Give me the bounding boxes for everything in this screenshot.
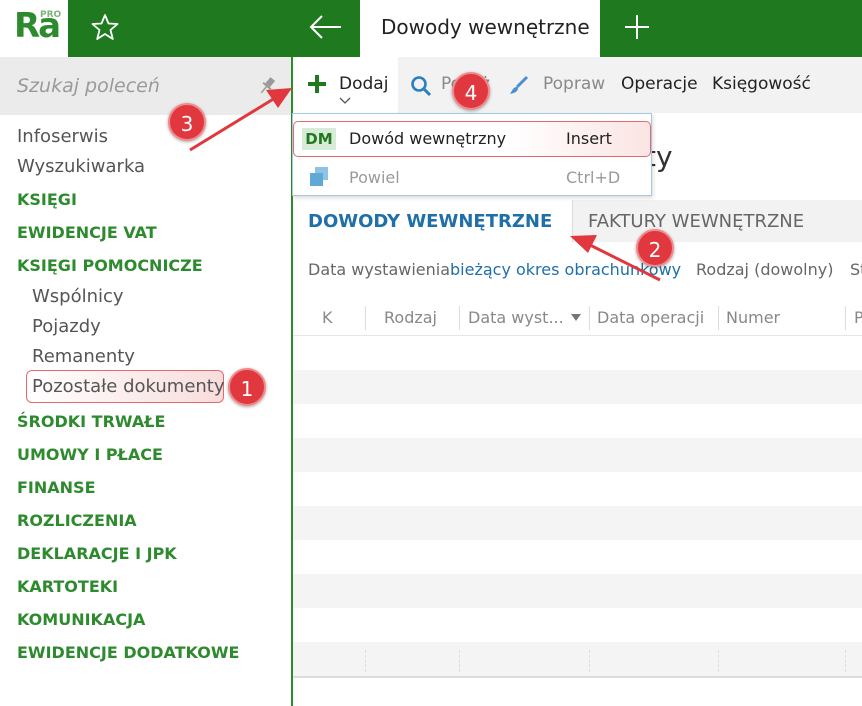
tab-dowody[interactable]: DOWODY WEWNĘTRZNE — [293, 200, 573, 242]
grid-header: K Rodzaj Data wyst... Data operacji Nume… — [293, 300, 862, 336]
star-icon[interactable] — [90, 12, 120, 42]
sidebar-item-infoserwis[interactable]: Infoserwis — [17, 126, 108, 147]
sidebar-item-ksiegi[interactable]: KSIĘGI — [17, 190, 77, 209]
tab-dowody-label: DOWODY WEWNĘTRZNE — [308, 211, 553, 232]
search-icon — [411, 76, 432, 97]
callout-badge-4: 4 — [452, 72, 490, 110]
tab-faktury[interactable]: FAKTURY WEWNĘTRZNE — [588, 211, 804, 232]
table-row[interactable] — [293, 438, 862, 472]
table-row[interactable] — [293, 336, 862, 370]
add-button-label: Dodaj — [339, 74, 389, 94]
menu-item-shortcut: Insert — [566, 129, 612, 148]
col-data-wyst[interactable]: Data wyst... — [468, 308, 564, 327]
logo-badge: PRO — [40, 10, 62, 20]
menu-item-label: Dowód wewnętrzny — [349, 129, 507, 148]
back-arrow-icon[interactable] — [308, 12, 344, 42]
menu-item-label: Powiel — [349, 168, 400, 187]
date-filter-label: Data wystawienia — [308, 260, 451, 279]
sidebar-item-rozliczenia[interactable]: ROZLICZENIA — [17, 511, 137, 530]
table-row[interactable] — [293, 404, 862, 438]
footer-divider — [845, 650, 846, 672]
menu-item-shortcut: Ctrl+D — [566, 168, 621, 187]
sidebar-item-deklaracje-i-jpk[interactable]: DEKLARACJE I JPK — [17, 544, 177, 563]
footer-divider — [365, 650, 366, 672]
callout-badge-2: 2 — [636, 229, 674, 267]
add-dropdown-menu: DM Dowód wewnętrzny Insert Powiel Ctrl+D — [292, 113, 652, 196]
col-numer[interactable]: Numer — [726, 308, 780, 327]
active-tab-title: Dowody wewnętrzne — [381, 15, 590, 39]
grid-body[interactable] — [293, 336, 862, 676]
sidebar-item-kartoteki[interactable]: KARTOTEKI — [17, 577, 118, 596]
sidebar-item-finanse[interactable]: FINANSE — [17, 478, 96, 497]
menu-item-powiel[interactable]: Powiel Ctrl+D — [293, 159, 651, 197]
callout-badge-3: 3 — [168, 103, 206, 141]
dm-document-icon: DM — [302, 128, 336, 150]
col-divider — [459, 306, 460, 330]
table-row[interactable] — [293, 506, 862, 540]
sidebar-item-remanenty[interactable]: Remanenty — [32, 346, 135, 367]
add-button[interactable]: Dodaj — [293, 57, 398, 113]
sidebar-item-wyszukiwarka[interactable]: Wyszukiwarka — [17, 156, 145, 177]
callout-badge-1: 1 — [228, 368, 266, 406]
sidebar-item-ewidencje-vat[interactable]: EWIDENCJE VAT — [17, 223, 157, 242]
sidebar-item-pojazdy[interactable]: Pojazdy — [32, 316, 101, 337]
sidebar-item-umowy-i-place[interactable]: UMOWY I PŁACE — [17, 445, 163, 464]
table-row[interactable] — [293, 472, 862, 506]
footer-divider — [718, 650, 719, 672]
tab-dowody-wewnetrzne[interactable]: Dowody wewnętrzne — [360, 0, 600, 57]
app-window: Ra PRO Dowody wewnętrzne Szukaj poleceń — [0, 0, 862, 706]
table-row[interactable] — [293, 540, 862, 574]
toolbar: Dodaj Pokaż Popraw Operacje Księgowość — [293, 57, 862, 113]
sort-desc-icon — [571, 314, 581, 321]
copy-icon — [310, 167, 328, 186]
document-tabs: DOWODY WEWNĘTRZNE FAKTURY WEWNĘTRZNE — [293, 200, 862, 242]
chevron-down-icon — [339, 97, 351, 104]
table-row[interactable] — [293, 370, 862, 404]
col-rodzaj[interactable]: Rodzaj — [384, 308, 437, 327]
command-search[interactable]: Szukaj poleceń — [0, 57, 291, 115]
table-row[interactable] — [293, 642, 862, 676]
footer-divider — [459, 650, 460, 672]
col-k[interactable]: K — [322, 308, 333, 327]
col-data-operacji[interactable]: Data operacji — [597, 308, 704, 327]
grid-footer — [293, 676, 862, 706]
plus-icon — [308, 75, 326, 93]
col-divider — [718, 306, 719, 330]
sidebar-item-ewidencje-dodatkowe[interactable]: EWIDENCJE DODATKOWE — [17, 643, 239, 662]
col-divider — [589, 306, 590, 330]
brush-icon — [510, 75, 529, 94]
col-divider — [845, 306, 846, 330]
new-tab-plus-icon[interactable] — [622, 12, 652, 42]
sidebar-item-komunikacja[interactable]: KOMUNIKACJA — [17, 610, 145, 629]
status-filter[interactable]: St — [850, 260, 862, 279]
filter-row: Data wystawienia bieżący okres obrachunk… — [293, 242, 862, 296]
accounting-menu[interactable]: Księgowość — [712, 74, 811, 94]
table-row[interactable] — [293, 574, 862, 608]
sidebar-item-srodki-trwale[interactable]: ŚRODKI TRWAŁE — [17, 412, 165, 431]
sidebar-item-pozostale-dokumenty[interactable]: Pozostałe dokumenty — [32, 376, 225, 397]
fix-button[interactable]: Popraw — [543, 74, 605, 94]
top-bar: Ra PRO Dowody wewnętrzne — [0, 0, 862, 57]
pin-icon[interactable] — [258, 76, 276, 96]
col-p[interactable]: P — [854, 308, 862, 327]
sidebar-item-ksiegi-pomocnicze[interactable]: KSIĘGI POMOCNICZE — [17, 256, 203, 275]
search-placeholder: Szukaj poleceń — [17, 75, 160, 97]
col-divider — [365, 306, 366, 330]
operations-menu[interactable]: Operacje — [621, 74, 698, 94]
menu-item-dowod-wewnetrzny[interactable]: DM Dowód wewnętrzny Insert — [293, 117, 651, 157]
type-filter[interactable]: Rodzaj (dowolny) — [696, 260, 833, 279]
footer-divider — [589, 650, 590, 672]
table-row[interactable] — [293, 608, 862, 642]
app-logo[interactable]: Ra PRO — [0, 0, 68, 57]
sidebar-item-wspolnicy[interactable]: Wspólnicy — [32, 286, 124, 307]
